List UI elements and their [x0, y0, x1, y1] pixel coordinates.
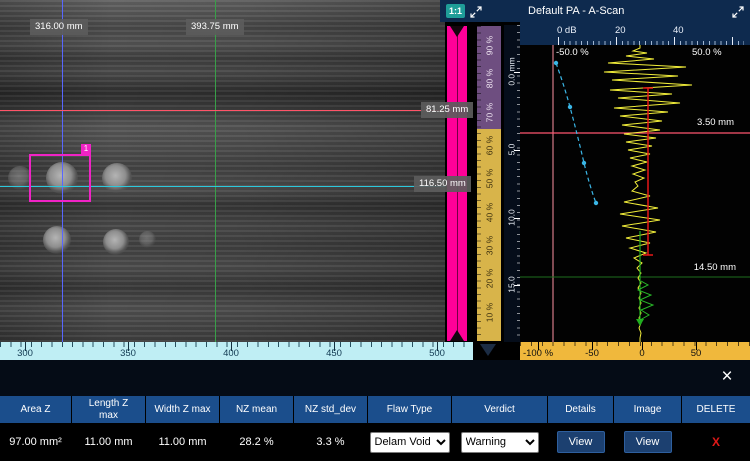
cell-length-z: 11.00 mm: [72, 424, 145, 460]
percent-label: 30 %: [485, 228, 496, 264]
flaw-blob: [102, 163, 132, 193]
ruler-major-tick: [732, 37, 733, 45]
percent-label: 60 %: [485, 128, 496, 164]
ascan-titlebar: 1:1 Default PA - A-Scan: [440, 0, 750, 22]
ascan-plot[interactable]: -50.0 % 50.0 % 3.50 mm 14.50 mm: [520, 45, 750, 342]
ruler-major-tick: [558, 37, 559, 45]
delete-row-button[interactable]: X: [712, 435, 720, 449]
details-view-button[interactable]: View: [557, 431, 605, 453]
cell-area-z: 97.00 mm²: [0, 424, 71, 460]
cursor-h1-label[interactable]: 81.25 mm: [421, 102, 473, 118]
ruler-major-tick: [674, 37, 675, 45]
flaw-blob: [139, 231, 156, 248]
ruler-label: 500: [419, 348, 455, 359]
ruler-label: 300: [7, 348, 43, 359]
ndt-inspection-app: 316.00 mm 393.75 mm 1 81.25 mm 116.50 mm…: [0, 0, 750, 461]
col-header-nz-mean: NZ mean: [220, 396, 293, 423]
scan-cursor-vline-green[interactable]: [215, 0, 216, 342]
palette-pointer-bottom[interactable]: [450, 330, 464, 341]
percent-label: 40 %: [485, 195, 496, 231]
ruler-minor-ticks: [520, 342, 750, 346]
indication-number-badge: 1: [81, 144, 91, 154]
cursor-v1-label[interactable]: 316.00 mm: [30, 19, 88, 35]
ruler-minor-ticks: [477, 26, 481, 341]
col-header-details: Details: [548, 396, 613, 423]
depth-label: 15.0: [507, 267, 518, 303]
palette-percent-ruler: 90 % 80 % 70 % 60 % 50 % 40 % 30 % 20 % …: [476, 25, 502, 342]
depth-cursor2-label: 14.50 mm: [694, 262, 736, 273]
percent-label: 10 %: [485, 295, 496, 331]
ascan-plot-svg: [520, 45, 750, 342]
cell-nz-std-dev: 3.3 %: [294, 424, 367, 460]
amp-axis-label: 50: [676, 348, 716, 359]
percent-label: 90 %: [485, 28, 496, 64]
verdict-select[interactable]: Warning: [461, 432, 539, 453]
flaw-blob: [103, 229, 129, 255]
col-header-nz-std-dev: NZ std_dev: [294, 396, 367, 423]
ruler-label: 450: [316, 348, 352, 359]
close-icon[interactable]: ×: [716, 366, 738, 388]
ruler-label: 400: [213, 348, 249, 359]
percent-label: 70 %: [485, 95, 496, 131]
amp-axis-label: -100 %: [518, 348, 558, 359]
col-header-area-z: Area Z: [0, 396, 71, 423]
ruler-major-tick: [616, 37, 617, 45]
ascan-panel-title: Default PA - A-Scan: [528, 5, 624, 17]
amp-axis-label: 0: [622, 348, 662, 359]
depth-label: 0.0 mm: [507, 54, 518, 90]
flaw-results-table: Area Z Length Z max Width Z max NZ mean …: [0, 396, 750, 460]
indication-selection-box[interactable]: 1: [29, 154, 91, 202]
db-label: 40: [673, 25, 684, 36]
col-header-verdict: Verdict: [452, 396, 547, 423]
table-toolbar: [0, 360, 750, 396]
zoom-ratio-badge[interactable]: 1:1: [446, 4, 465, 18]
flaw-blob: [43, 226, 71, 254]
percent-label: 80 %: [485, 61, 496, 97]
cell-width-z: 11.00 mm: [146, 424, 219, 460]
cell-nz-mean: 28.2 %: [220, 424, 293, 460]
scan-axis-ruler[interactable]: 300 350 400 450 500: [0, 342, 473, 360]
db-label: 20: [615, 25, 626, 36]
expand-icon[interactable]: [470, 5, 482, 23]
col-header-length-z: Length Z max: [72, 396, 145, 423]
gain-db-ruler: 0 dB 20 40: [520, 22, 750, 45]
amplitude-axis-ruler: -100 % -50 0 50: [520, 342, 750, 360]
index-cursor-hline-red[interactable]: [0, 110, 445, 111]
cursor-h2-label[interactable]: 116.50 mm: [414, 176, 471, 192]
flaw-type-select[interactable]: Delam Void: [370, 432, 450, 453]
expand-icon[interactable]: [732, 5, 744, 23]
percent-label: 20 %: [485, 261, 496, 297]
amp-max-label: 50.0 %: [692, 47, 722, 58]
col-header-width-z: Width Z max: [146, 396, 219, 423]
cscan-image[interactable]: 316.00 mm 393.75 mm 1: [0, 0, 445, 342]
depth-ruler: 0.0 mm 5.0 10.0 15.0: [504, 25, 520, 342]
ruler-pointer: [480, 344, 496, 356]
depth-label: 5.0: [507, 132, 518, 168]
amp-axis-label: -50: [572, 348, 612, 359]
percent-label: 50 %: [485, 161, 496, 197]
palette-pointer-top[interactable]: [450, 26, 464, 37]
image-view-button[interactable]: View: [624, 431, 672, 453]
depth-cursor1-label: 3.50 mm: [697, 117, 734, 128]
ruler-label: 350: [110, 348, 146, 359]
col-header-flaw-type: Flaw Type: [368, 396, 451, 423]
db-label: 0 dB: [557, 25, 577, 36]
col-header-image: Image: [614, 396, 681, 423]
cursor-v2-label[interactable]: 393.75 mm: [186, 19, 244, 35]
depth-label: 10.0: [507, 200, 518, 236]
ruler-minor-ticks: [0, 342, 473, 347]
col-header-delete: DELETE: [682, 396, 750, 423]
amp-min-label: -50.0 %: [556, 47, 589, 58]
